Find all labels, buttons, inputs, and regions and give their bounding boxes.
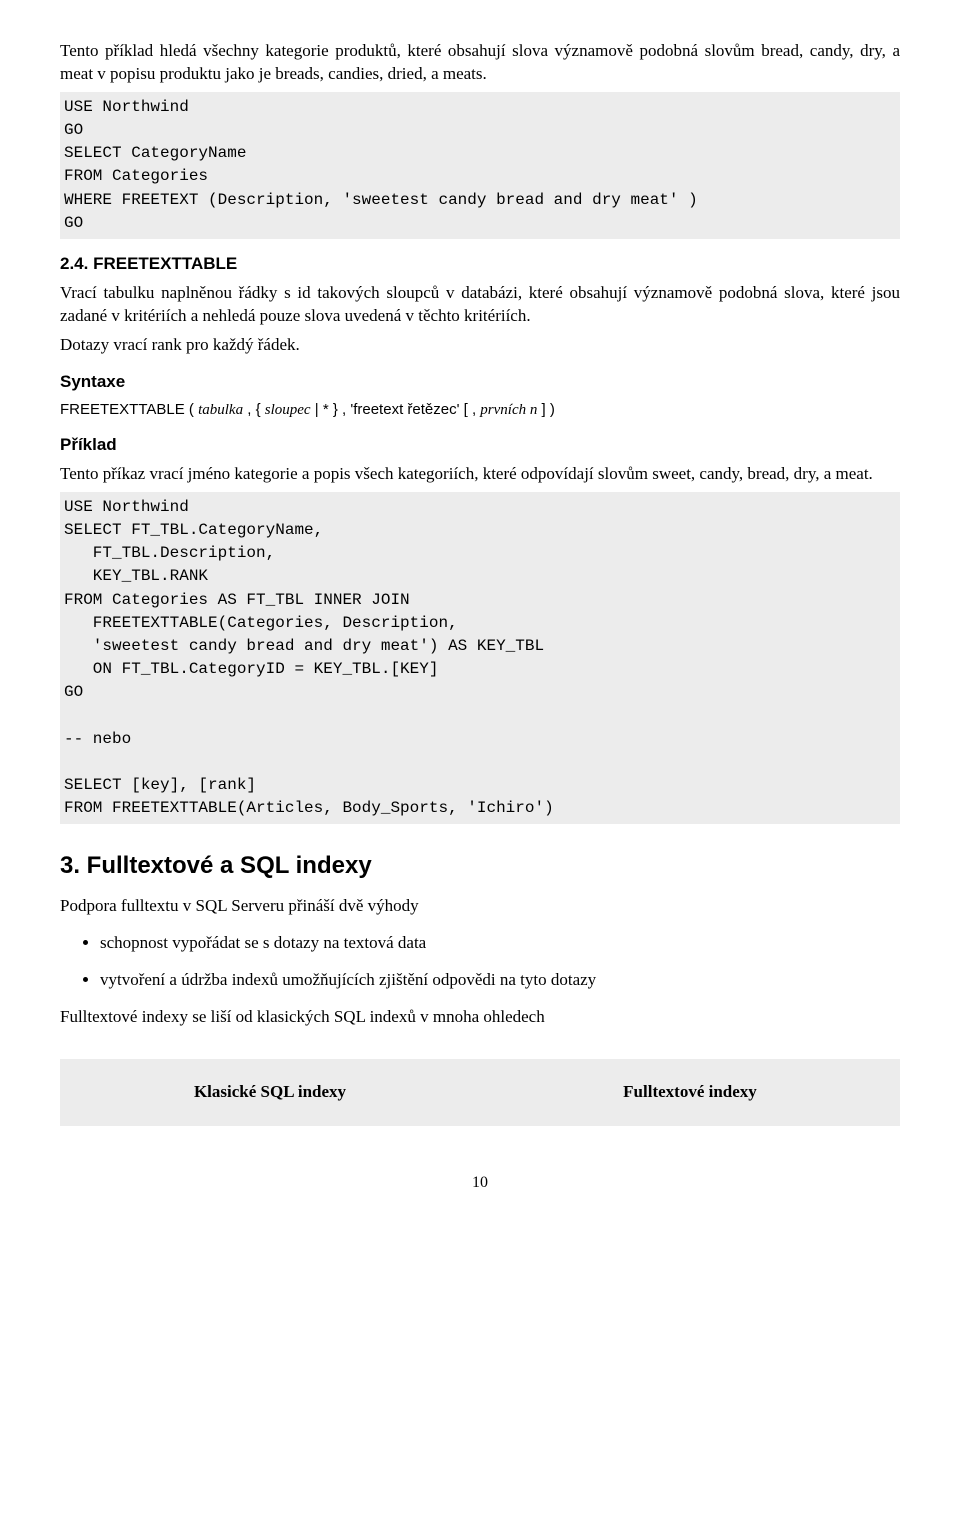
index-comparison-table: Klasické SQL indexy Fulltextové indexy bbox=[60, 1059, 900, 1126]
section-2-4-paragraph-2: Dotazy vrací rank pro každý řádek. bbox=[60, 334, 900, 357]
syntax-line: FREETEXTTABLE ( tabulka , { sloupec | * … bbox=[60, 400, 900, 420]
syntax-arg-prvnich-n: prvních n bbox=[480, 402, 537, 418]
code-block-1: USE Northwind GO SELECT CategoryName FRO… bbox=[60, 92, 900, 239]
heading-section-3: 3. Fulltextové a SQL indexy bbox=[60, 850, 900, 882]
heading-syntaxe: Syntaxe bbox=[60, 371, 900, 394]
section-3-paragraph-2: Fulltextové indexy se liší od klasických… bbox=[60, 1006, 900, 1029]
col-header-classic: Klasické SQL indexy bbox=[60, 1081, 480, 1104]
syntax-kw-4: ] ) bbox=[537, 401, 555, 418]
table-header-row: Klasické SQL indexy Fulltextové indexy bbox=[60, 1059, 900, 1126]
syntax-kw-2: , { bbox=[243, 401, 265, 418]
priklad-paragraph: Tento příkaz vrací jméno kategorie a pop… bbox=[60, 463, 900, 486]
advantages-list: schopnost vypořádat se s dotazy na texto… bbox=[60, 932, 900, 992]
syntax-arg-sloupec: sloupec bbox=[265, 402, 311, 418]
page-number: 10 bbox=[60, 1172, 900, 1194]
list-item: schopnost vypořádat se s dotazy na texto… bbox=[100, 932, 900, 955]
code-block-2: USE Northwind SELECT FT_TBL.CategoryName… bbox=[60, 492, 900, 825]
section-3-paragraph-1: Podpora fulltextu v SQL Serveru přináší … bbox=[60, 895, 900, 918]
syntax-kw-1: FREETEXTTABLE ( bbox=[60, 401, 198, 418]
heading-2-4: 2.4. FREETEXTTABLE bbox=[60, 253, 900, 276]
syntax-arg-tabulka: tabulka bbox=[198, 402, 243, 418]
syntax-kw-3: | * } , 'freetext řetězec' [ , bbox=[311, 401, 481, 418]
list-item: vytvoření a údržba indexů umožňujících z… bbox=[100, 969, 900, 992]
heading-priklad: Příklad bbox=[60, 434, 900, 457]
col-header-fulltext: Fulltextové indexy bbox=[480, 1081, 900, 1104]
intro-paragraph: Tento příklad hledá všechny kategorie pr… bbox=[60, 40, 900, 86]
section-2-4-paragraph-1: Vrací tabulku naplněnou řádky s id takov… bbox=[60, 282, 900, 328]
